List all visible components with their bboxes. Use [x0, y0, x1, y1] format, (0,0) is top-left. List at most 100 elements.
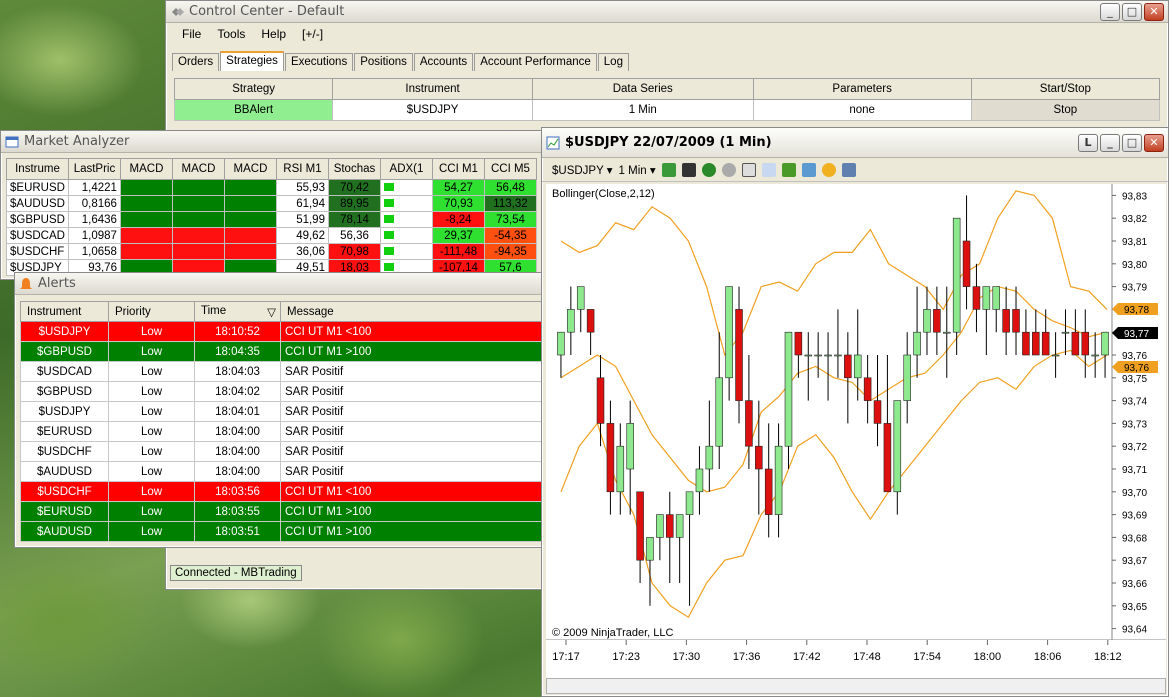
- minimize-button[interactable]: _: [1100, 2, 1120, 21]
- alert-row[interactable]: $USDCHF Low 18:03:56 CCI UT M1 <100: [20, 481, 542, 502]
- col-strategy[interactable]: Strategy: [173, 78, 334, 100]
- alerts-title: Alerts: [38, 276, 76, 291]
- alert-row[interactable]: $USDCAD Low 18:04:03 SAR Positif: [20, 361, 542, 382]
- strategy-icon[interactable]: [781, 162, 796, 177]
- col-alert-instrument[interactable]: Instrument: [20, 301, 109, 322]
- alert-priority: Low: [108, 321, 195, 342]
- col-alert-message[interactable]: Message: [280, 301, 542, 322]
- ma-col-3[interactable]: MACD: [171, 158, 225, 180]
- ma-row[interactable]: $USDCAD 1,0987 49,62 56,36 29,37 -54,35: [6, 227, 537, 244]
- ma-cci-m1: -111,48: [431, 243, 485, 260]
- ma-col-7[interactable]: ADX(1: [379, 158, 433, 180]
- ma-col-5[interactable]: RSI M1: [275, 158, 329, 180]
- chart-maximize-button[interactable]: □: [1122, 133, 1142, 152]
- cursor-icon[interactable]: [741, 162, 756, 177]
- data-box-icon[interactable]: [841, 162, 856, 177]
- ma-col-8[interactable]: CCI M1: [431, 158, 485, 180]
- menu-file[interactable]: File: [174, 27, 209, 41]
- alert-time: 18:04:01: [194, 401, 281, 422]
- y-tick-label: 93,81: [1122, 237, 1147, 248]
- alert-message: CCI UT M1 >100: [280, 521, 542, 542]
- alerts-titlebar[interactable]: Alerts: [15, 273, 545, 295]
- ma-col-1[interactable]: LastPric: [67, 158, 121, 180]
- sort-desc-icon: ▽: [267, 306, 276, 319]
- market-analyzer-titlebar[interactable]: Market Analyzer: [1, 131, 544, 153]
- properties-icon[interactable]: [761, 162, 776, 177]
- horizontal-scrollbar[interactable]: [546, 678, 1166, 694]
- candle-body: [745, 400, 753, 447]
- alert-row[interactable]: $AUDUSD Low 18:03:51 CCI UT M1 >100: [20, 521, 542, 542]
- strategy-params: none: [752, 99, 972, 121]
- col-start-stop[interactable]: Start/Stop: [970, 78, 1161, 100]
- last-price-badge: 93,77: [1124, 329, 1149, 340]
- plot-area: [546, 184, 1112, 640]
- ma-col-9[interactable]: CCI M5: [483, 158, 537, 180]
- strategy-row[interactable]: BBAlert $USDJPY 1 Min none Stop: [173, 99, 1161, 121]
- candle-body: [755, 445, 763, 470]
- chart-close-button[interactable]: ✕: [1144, 133, 1164, 152]
- ma-adx: [379, 243, 433, 260]
- ma-row[interactable]: $USDCHF 1,0658 36,06 70,98 -111,48 -94,35: [6, 243, 537, 260]
- tab-account-performance[interactable]: Account Performance: [474, 53, 597, 71]
- x-tick-label: 18:06: [1034, 651, 1062, 663]
- candle-body: [863, 377, 872, 401]
- candle-body: [804, 354, 813, 357]
- stop-button[interactable]: Stop: [970, 99, 1161, 121]
- control-center-titlebar[interactable]: Control Center - Default _ □ ✕: [166, 1, 1168, 23]
- tab-orders[interactable]: Orders: [172, 53, 220, 71]
- menu-help[interactable]: Help: [253, 27, 294, 41]
- col-alert-priority[interactable]: Priority: [108, 301, 195, 322]
- chart-titlebar[interactable]: $USDJPY 22/07/2009 (1 Min) L _ □ ✕: [542, 128, 1168, 158]
- link-button[interactable]: L: [1078, 133, 1098, 152]
- menu-expand[interactable]: [+/-]: [294, 27, 331, 41]
- pen-draw-icon[interactable]: [681, 162, 696, 177]
- tab-executions[interactable]: Executions: [284, 53, 354, 71]
- alert-row[interactable]: $USDCHF Low 18:04:00 SAR Positif: [20, 441, 542, 462]
- x-tick-label: 18:12: [1094, 651, 1122, 663]
- chart-minimize-button[interactable]: _: [1100, 133, 1120, 152]
- alert-row[interactable]: $GBPUSD Low 18:04:02 SAR Positif: [20, 381, 542, 402]
- close-button[interactable]: ✕: [1144, 2, 1164, 21]
- trade-icon[interactable]: [821, 162, 836, 177]
- ma-col-0[interactable]: Instrume: [6, 158, 69, 180]
- tab-positions[interactable]: Positions: [354, 53, 413, 71]
- candle-body: [1061, 331, 1070, 334]
- instrument-selector[interactable]: $USDJPY ▾: [552, 163, 613, 177]
- alert-row[interactable]: $GBPUSD Low 18:04:35 CCI UT M1 >100: [20, 341, 542, 362]
- chart-title: $USDJPY 22/07/2009 (1 Min): [565, 135, 772, 150]
- ma-row[interactable]: $AUDUSD 0,8166 61,94 89,95 70,93 113,32: [6, 195, 537, 212]
- alert-priority: Low: [108, 421, 195, 442]
- tab-log[interactable]: Log: [597, 53, 629, 71]
- ma-row[interactable]: $EURUSD 1,4221 55,93 70,42 54,27 56,48: [6, 179, 537, 196]
- ma-col-4[interactable]: MACD: [223, 158, 277, 180]
- menu-tools[interactable]: Tools: [209, 27, 253, 41]
- interval-selector[interactable]: 1 Min ▾: [619, 163, 656, 177]
- ma-col-6[interactable]: Stochas: [327, 158, 381, 180]
- col-parameters[interactable]: Parameters: [752, 78, 972, 100]
- alert-row[interactable]: $EURUSD Low 18:04:00 SAR Positif: [20, 421, 542, 442]
- alert-row[interactable]: $USDJPY Low 18:04:01 SAR Positif: [20, 401, 542, 422]
- maximize-button[interactable]: □: [1122, 2, 1142, 21]
- col-alert-time[interactable]: Time ▽: [194, 301, 281, 322]
- ma-macd-cell: [223, 211, 277, 228]
- strategy-table: Strategy Instrument Data Series Paramete…: [173, 78, 1161, 121]
- col-data-series[interactable]: Data Series: [531, 78, 754, 100]
- ma-col-2[interactable]: MACD: [119, 158, 173, 180]
- x-tick-label: 17:23: [612, 651, 640, 663]
- col-instrument[interactable]: Instrument: [332, 78, 533, 100]
- indicator-icon[interactable]: [801, 162, 816, 177]
- candlestick-style-icon[interactable]: [661, 162, 676, 177]
- alert-row[interactable]: $AUDUSD Low 18:04:00 SAR Positif: [20, 461, 542, 482]
- tab-strip: Orders Strategies Executions Positions A…: [166, 51, 1168, 71]
- zoom-out-icon[interactable]: [721, 162, 736, 177]
- ma-stochastic: 70,42: [327, 179, 381, 196]
- zoom-in-icon[interactable]: [701, 162, 716, 177]
- alert-row[interactable]: $USDJPY Low 18:10:52 CCI UT M1 <100: [20, 321, 542, 342]
- ma-macd-cell: [171, 211, 225, 228]
- price-chart[interactable]: Bollinger(Close,2,12) © 2009 NinjaTrader…: [546, 184, 1166, 684]
- tab-strategies[interactable]: Strategies: [220, 51, 284, 71]
- alert-row[interactable]: $EURUSD Low 18:03:55 CCI UT M1 >100: [20, 501, 542, 522]
- tab-accounts[interactable]: Accounts: [413, 53, 474, 71]
- ma-row[interactable]: $GBPUSD 1,6436 51,99 78,14 -8,24 73,54: [6, 211, 537, 228]
- candle-body: [1071, 331, 1080, 356]
